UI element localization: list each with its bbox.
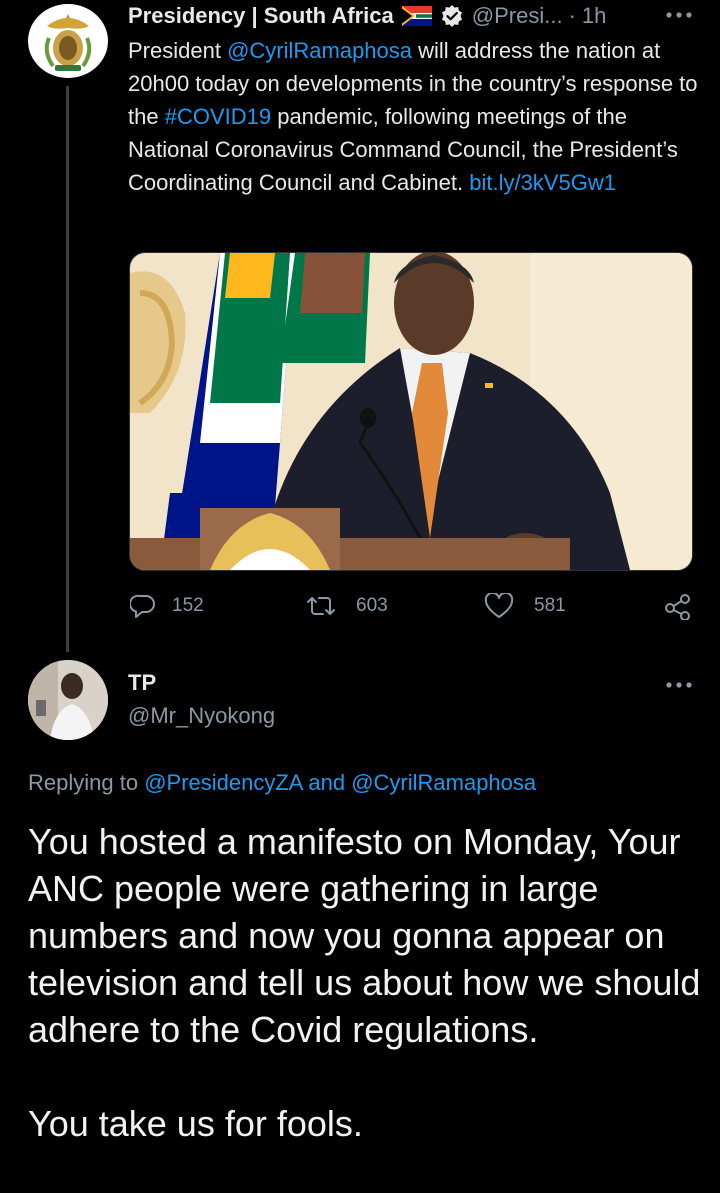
url-link[interactable]: bit.ly/3kV5Gw1	[469, 170, 616, 195]
retweet-icon	[307, 597, 335, 615]
thread-line	[66, 86, 69, 652]
mention-link[interactable]: @CyrilRamaphosa	[227, 38, 412, 63]
presidency-avatar[interactable]	[28, 4, 108, 78]
author-name[interactable]: Presidency | South Africa	[128, 3, 394, 29]
like-count: 581	[534, 595, 566, 616]
mention-presidencyza[interactable]: @PresidencyZA	[144, 770, 302, 795]
reply-paragraph: You hosted a manifesto on Monday, Your A…	[28, 821, 701, 1050]
tweet-photo[interactable]	[129, 252, 693, 571]
president-photo	[130, 253, 692, 570]
replying-and: and	[302, 770, 352, 795]
tweet-text-part: President	[128, 38, 228, 63]
coat-of-arms-icon	[44, 14, 92, 71]
retweet-action[interactable]: 603	[306, 593, 388, 619]
tweet-text: President @CyrilRamaphosa will address t…	[128, 34, 698, 199]
replying-to-line: Replying to @PresidencyZA and @CyrilRama…	[28, 770, 536, 796]
reply-icon	[130, 594, 155, 618]
reply-author-name[interactable]: TP	[128, 670, 156, 696]
author-handle[interactable]: @Presi...	[472, 3, 563, 29]
tweet-time[interactable]: 1h	[582, 3, 606, 29]
more-options-icon[interactable]	[664, 678, 694, 692]
mention-cyrilramaphosa[interactable]: @CyrilRamaphosa	[351, 770, 536, 795]
hashtag-link[interactable]: #COVID19	[165, 104, 271, 129]
south-africa-flag-icon	[401, 6, 432, 26]
separator-dot: ·	[568, 3, 576, 28]
share-icon[interactable]	[664, 594, 692, 620]
reply-text: You hosted a manifesto on Monday, Your A…	[28, 818, 708, 1147]
verified-badge-icon	[441, 5, 462, 27]
replying-prefix: Replying to	[28, 770, 145, 795]
more-options-icon[interactable]	[664, 8, 694, 22]
tweet-header: Presidency | South Africa @Presi... · 1h	[128, 0, 708, 32]
reply-paragraph: You take us for fools.	[28, 1103, 363, 1144]
like-action[interactable]: 581	[484, 593, 566, 619]
reply-author-handle[interactable]: @Mr_Nyokong	[128, 703, 275, 729]
reply-action[interactable]: 152	[130, 593, 204, 619]
retweet-count: 603	[356, 595, 388, 616]
reply-author-avatar[interactable]	[28, 660, 108, 740]
profile-photo	[28, 660, 108, 740]
heart-icon	[484, 593, 514, 618]
reply-count: 152	[172, 595, 204, 616]
